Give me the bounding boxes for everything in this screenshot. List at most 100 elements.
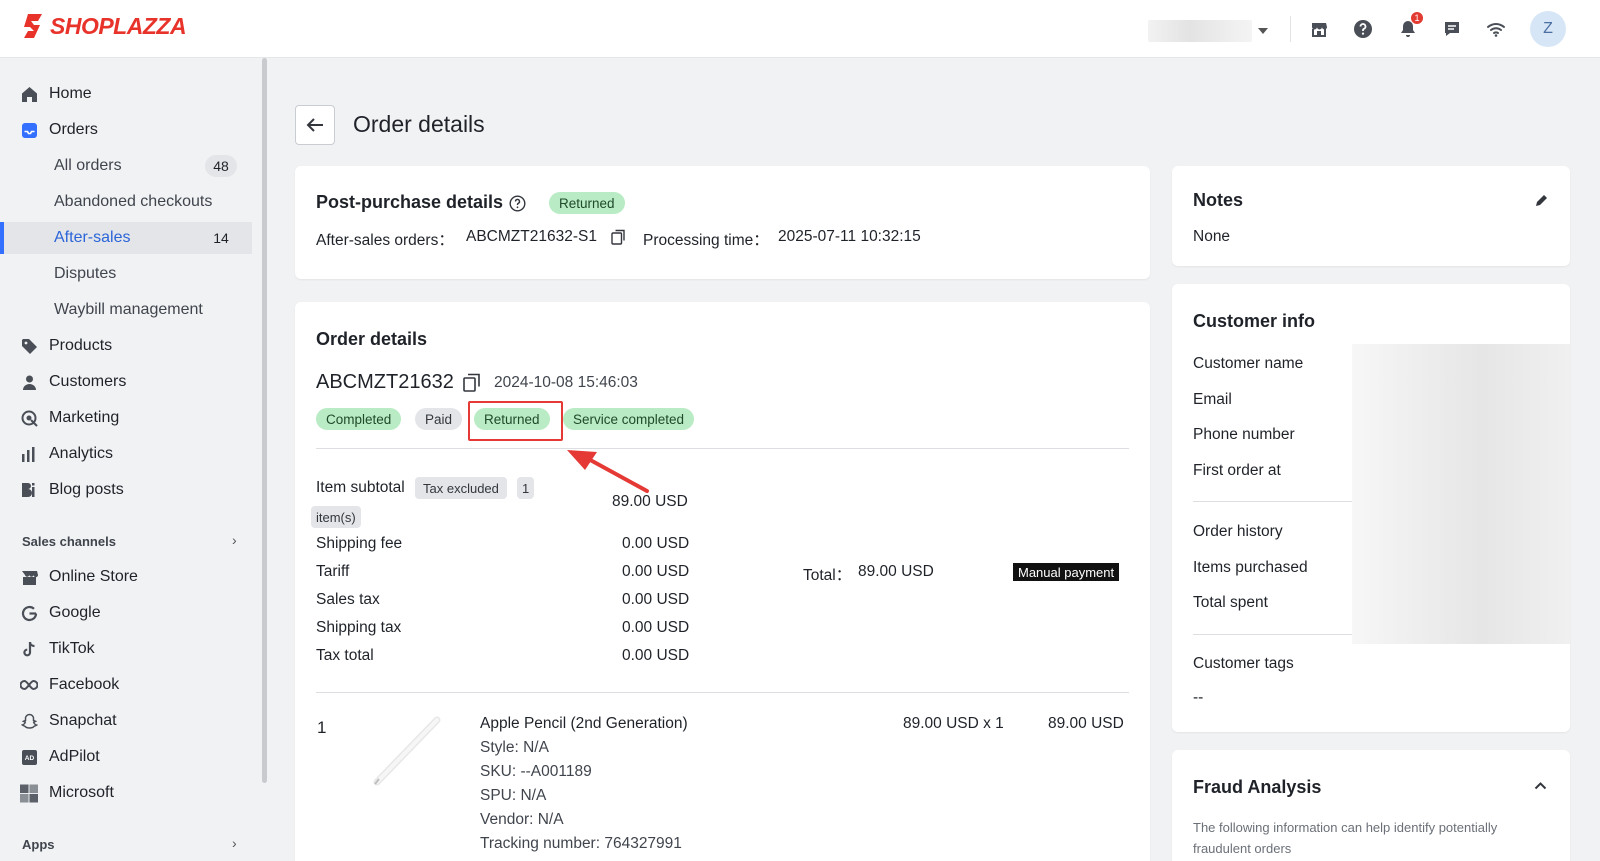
product-vendor: Vendor: N/A (480, 811, 564, 828)
count-badge: 48 (205, 155, 237, 177)
chevron-up-icon[interactable] (1534, 781, 1547, 790)
sidebar-item-label: Blog posts (49, 481, 124, 498)
wifi-icon[interactable] (1484, 17, 1508, 41)
product-image-apple-pencil[interactable] (373, 712, 447, 786)
sidebar-item-home[interactable]: Home (0, 78, 252, 110)
tag-completed: Completed (316, 408, 402, 430)
microsoft-icon (20, 784, 38, 802)
bell-icon[interactable]: 1 (1396, 11, 1424, 41)
sidebar-item-label: Microsoft (49, 784, 114, 801)
shipping-fee-label: Shipping fee (316, 535, 403, 552)
sales-tax-label: Sales tax (316, 591, 380, 608)
chevron-right-icon[interactable]: › (232, 532, 237, 548)
top-bar: SHOPLAZZA 1 Z (0, 0, 1600, 58)
tax-total-value: 0.00 USD (622, 647, 690, 664)
sidebar-item-blog-posts[interactable]: Blog posts (0, 474, 252, 506)
sidebar-item-after-sales[interactable]: After-sales 14 (0, 222, 252, 254)
inbox-icon (20, 121, 38, 139)
sidebar-item-label: All orders (54, 157, 122, 174)
back-button[interactable] (295, 105, 335, 145)
items-purchased-label: Items purchased (1193, 559, 1308, 576)
product-style: Style: N/A (480, 739, 549, 756)
sidebar-item-abandoned-checkouts[interactable]: Abandoned checkouts (0, 186, 252, 218)
sidebar-item-microsoft[interactable]: Microsoft (0, 777, 252, 809)
target-icon (20, 409, 38, 427)
store-icon[interactable] (1307, 17, 1331, 41)
help-icon[interactable] (1351, 17, 1375, 41)
chat-icon[interactable] (1440, 17, 1464, 41)
sidebar-item-waybill-management[interactable]: Waybill management (0, 294, 252, 326)
store-name-redacted (1148, 20, 1252, 42)
sidebar-item-analytics[interactable]: Analytics (0, 438, 252, 470)
copy-icon[interactable] (611, 229, 626, 245)
order-details-title: Order details (316, 329, 428, 349)
page-title: Order details (353, 111, 485, 137)
sidebar-item-all-orders[interactable]: All orders 48 (0, 150, 252, 182)
store-selector[interactable] (1148, 18, 1268, 44)
sidebar-item-google[interactable]: Google (0, 597, 252, 629)
after-sales-order-number: ABCMZT21632-S1 (466, 228, 597, 245)
post-purchase-card: Post-purchase details Returned After-sal… (295, 166, 1150, 279)
sidebar-item-orders[interactable]: Orders (0, 114, 252, 146)
sales-channels-heading: Sales channels (22, 534, 116, 549)
avatar[interactable]: Z (1530, 11, 1566, 47)
sidebar-item-facebook[interactable]: Facebook (0, 669, 252, 701)
tag-paid: Paid (415, 408, 463, 430)
sidebar-item-label: Home (49, 85, 92, 102)
after-sales-orders-label: After-sales orders： (316, 232, 454, 249)
notes-card: Notes None (1172, 166, 1570, 266)
sidebar-item-label: After-sales (54, 229, 131, 246)
customer-tags-value: -- (1193, 689, 1204, 706)
person-icon (20, 373, 38, 391)
blog-icon (20, 481, 38, 499)
tag-service-completed: Service completed (563, 408, 695, 430)
section-divider (1193, 634, 1353, 635)
line-total: 89.00 USD (1048, 715, 1124, 732)
meta-infinity-icon (20, 676, 38, 694)
annotation-arrow-icon (567, 450, 649, 493)
sidebar-item-label: Snapchat (49, 712, 117, 729)
shipping-tax-label: Shipping tax (316, 619, 402, 636)
sidebar-item-adpilot[interactable]: AD AdPilot (0, 741, 252, 773)
product-name-link[interactable]: Apple Pencil (2nd Generation) (480, 715, 688, 733)
sidebar-item-products[interactable]: Products (0, 330, 252, 362)
sidebar-item-label: Waybill management (54, 301, 203, 318)
fraud-analysis-card: Fraud Analysis The following information… (1172, 750, 1570, 861)
sidebar-scrollbar[interactable] (262, 58, 267, 783)
tiktok-icon (20, 640, 38, 658)
post-purchase-title: Post-purchase details (316, 192, 504, 212)
sidebar-item-label: Orders (49, 121, 98, 138)
item-subtotal-label: Item subtotal (316, 479, 405, 496)
sidebar-item-disputes[interactable]: Disputes (0, 258, 252, 290)
total-spent-label: Total spent (1193, 594, 1268, 611)
shipping-tax-value: 0.00 USD (622, 619, 690, 636)
sidebar-item-online-store[interactable]: Online Store (0, 561, 252, 593)
payment-method-badge: Manual payment (1013, 563, 1120, 581)
bar-chart-icon (20, 445, 38, 463)
copy-icon[interactable] (463, 373, 481, 392)
store-icon (20, 568, 38, 586)
sidebar-item-label: Analytics (49, 445, 114, 462)
customer-info-title: Customer info (1193, 311, 1316, 331)
chevron-right-icon[interactable]: › (232, 835, 237, 851)
adpilot-icon: AD (20, 748, 38, 766)
sidebar-item-tiktok[interactable]: TikTok (0, 633, 252, 665)
annotation-highlight-box (468, 401, 563, 441)
shoplazza-logo[interactable]: SHOPLAZZA (22, 12, 187, 40)
shipping-fee-value: 0.00 USD (622, 535, 690, 552)
topbar-divider (1290, 16, 1291, 42)
sidebar-item-marketing[interactable]: Marketing (0, 402, 252, 434)
sidebar-item-label: Products (49, 337, 113, 354)
product-sku: SKU: --A001189 (480, 763, 592, 780)
order-history-label: Order history (1193, 523, 1283, 540)
unit-price: 89.00 USD x 1 (903, 715, 1004, 732)
sidebar-item-snapchat[interactable]: Snapchat (0, 705, 252, 737)
customer-info-card: Customer info Customer name Email Phone … (1172, 284, 1570, 732)
sidebar-item-label: AdPilot (49, 748, 100, 765)
sidebar-item-customers[interactable]: Customers (0, 366, 252, 398)
notes-title: Notes (1193, 190, 1244, 210)
product-spu: SPU: N/A (480, 787, 547, 804)
pencil-icon[interactable] (1534, 193, 1549, 208)
section-divider (1193, 501, 1353, 502)
help-circle-icon[interactable] (509, 195, 526, 212)
